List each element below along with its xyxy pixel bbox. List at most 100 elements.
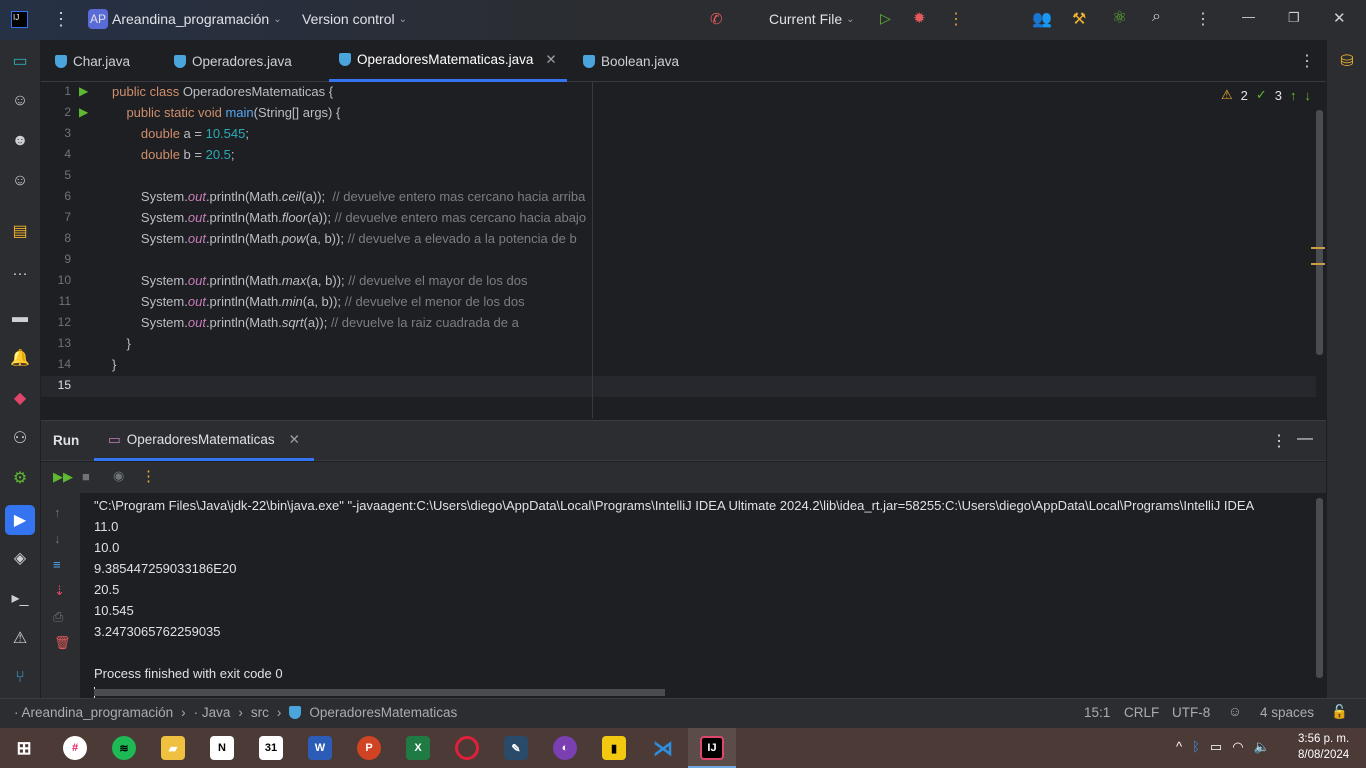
debug-icon[interactable]: ✹ (913, 9, 926, 27)
notion-icon[interactable]: N (210, 736, 234, 760)
copilot-icon[interactable]: ☺ (8, 89, 32, 113)
chevron-up-icon[interactable]: ^ (1176, 739, 1182, 755)
scroll-up-icon[interactable]: ↑ (54, 505, 61, 520)
line-separator[interactable]: CRLF (1124, 705, 1159, 720)
git-icon[interactable]: ⑂ (8, 666, 32, 690)
project-selector[interactable]: AP Areandina_programación ⌄ (88, 9, 282, 29)
bluetooth-icon[interactable]: ᛒ (1192, 739, 1200, 755)
caret-position[interactable]: 15:1 (1084, 705, 1110, 720)
more-icon[interactable]: ⋮ (141, 467, 156, 485)
close-tab-icon[interactable]: ✕ (545, 52, 556, 68)
python-console-icon[interactable]: ⚇ (8, 426, 32, 450)
mysql-workbench-icon[interactable]: ✎ (504, 736, 528, 760)
run-gutter-icon[interactable]: ▶ (79, 84, 88, 98)
horizontal-scrollbar[interactable] (94, 689, 665, 696)
breadcrumb-item[interactable]: OperadoresMatematicas (309, 705, 457, 720)
powerpoint-icon[interactable]: P (357, 736, 381, 760)
tab-options-icon[interactable]: ⋮ (1299, 51, 1315, 71)
bookmarks-icon[interactable]: ▬ (8, 306, 32, 330)
calendar-icon[interactable]: 31 (259, 736, 283, 760)
project-view-icon[interactable]: ▭ (8, 49, 32, 73)
indent-setting[interactable]: 4 spaces (1260, 705, 1314, 720)
run-config-selector[interactable]: Current File ⌄ (769, 11, 855, 27)
run-config-label: Current File (769, 11, 843, 27)
more-actions-icon[interactable]: ⋮ (948, 9, 964, 29)
database-icon[interactable]: ⛁ (1335, 49, 1359, 73)
search-icon[interactable]: ⌕ (1152, 8, 1161, 26)
spotify-icon[interactable]: ≋ (112, 736, 136, 760)
clock[interactable]: 3:56 p. m. 8/08/2024 (1298, 731, 1349, 763)
soft-wrap-icon[interactable]: ≡ (53, 557, 61, 572)
scroll-to-end-icon[interactable]: ⇣ (54, 583, 65, 599)
clear-icon[interactable]: 🗑 (54, 635, 71, 651)
more-tools-icon[interactable]: … (8, 259, 32, 283)
settings-menu-icon[interactable]: ⋮ (1195, 9, 1211, 29)
code-editor[interactable]: 1 ▶ public class OperadoresMatematicas {2 ▶… (41, 82, 1326, 418)
camera-icon[interactable]: ◉ (113, 468, 124, 484)
close-button[interactable]: ✕ (1333, 9, 1346, 27)
prev-highlight-icon[interactable]: ↑ (1290, 88, 1297, 103)
wifi-icon[interactable]: ◠ (1232, 739, 1243, 755)
breadcrumb-item[interactable]: · Java (194, 705, 231, 720)
maximize-button[interactable]: ❐ (1288, 10, 1300, 26)
tab-operadores-java[interactable]: Operadores.java (174, 40, 292, 82)
run-gutter-icon[interactable]: ▶ (79, 105, 88, 119)
ai-assistant-icon[interactable]: ⚛ (1112, 8, 1127, 28)
scroll-down-icon[interactable]: ↓ (54, 531, 61, 546)
close-tab-icon[interactable]: ✕ (289, 432, 300, 448)
run-icon[interactable]: ▷ (880, 10, 891, 27)
agent-icon[interactable]: ☺ (8, 169, 32, 193)
github-desktop-icon[interactable]: ◐ (553, 736, 577, 760)
rerun-icon[interactable]: ▶▶ (53, 469, 73, 485)
excel-icon[interactable]: X (406, 736, 430, 760)
console-output[interactable]: "C:\Program Files\Java\jdk-22\bin\java.e… (80, 493, 1326, 699)
intellij-taskbar-icon[interactable]: IJ (700, 736, 724, 760)
notifications-icon[interactable]: 🔔 (8, 346, 32, 370)
editor-scrollbar[interactable] (1316, 110, 1323, 355)
tab-boolean-java[interactable]: Boolean.java (583, 40, 679, 82)
word-icon[interactable]: W (308, 736, 332, 760)
windows-start-icon[interactable]: ⊞ (12, 736, 36, 760)
terminal-icon[interactable]: ▸_ (8, 586, 32, 610)
code-token: (a, b)); (305, 231, 348, 246)
line-number: 8 (64, 231, 71, 245)
intellij-logo-icon[interactable]: IJ (11, 11, 28, 28)
opera-icon[interactable] (455, 736, 479, 760)
battery-icon[interactable]: ▭ (1210, 739, 1222, 755)
minimize-button[interactable]: — (1242, 9, 1255, 24)
power-bi-icon[interactable]: ▮ (602, 736, 626, 760)
slack-icon[interactable]: # (63, 736, 87, 760)
print-icon[interactable]: ⎙ (53, 609, 63, 625)
vscode-icon[interactable]: ⋊ (651, 736, 675, 760)
main-menu-icon[interactable]: ⋮ (52, 9, 70, 30)
run-tab[interactable]: ▭ OperadoresMatematicas ✕ (94, 421, 314, 461)
plugin-icon[interactable]: ◆ (8, 386, 32, 410)
stop-icon[interactable]: ■ (82, 469, 90, 484)
inspection-widget[interactable]: ⚠ 2 ✓ 3 ↑ ↓ (1221, 87, 1311, 103)
vertical-scrollbar[interactable] (1316, 498, 1323, 678)
tools-icon[interactable]: ⚒ (1072, 9, 1086, 29)
services-icon[interactable]: ⚙ (8, 466, 32, 490)
phone-icon[interactable]: ✆ (710, 10, 723, 28)
file-explorer-icon[interactable]: ▰ (161, 736, 185, 760)
tab-operadoresmatematicas-java[interactable]: OperadoresMatematicas.java ✕ (329, 40, 567, 82)
code-line: System.out.println(Math.pow(a, b)); // d… (112, 231, 577, 246)
copilot-chat-icon[interactable]: ☻ (8, 129, 32, 153)
next-highlight-icon[interactable]: ↓ (1305, 88, 1312, 103)
structure-icon[interactable]: ▤ (8, 219, 32, 243)
breadcrumb-item[interactable]: src (251, 705, 269, 720)
lock-icon[interactable]: 🔓 (1331, 704, 1348, 720)
run-options-icon[interactable]: ⋮ (1271, 431, 1287, 451)
tab-char-java[interactable]: Char.java (55, 40, 130, 82)
users-icon[interactable]: 👥 (1032, 9, 1052, 29)
run-tool-icon[interactable]: ▶ (5, 505, 35, 535)
volume-icon[interactable]: 🔈 (1254, 739, 1270, 755)
version-control-menu[interactable]: Version control ⌄ (302, 11, 407, 27)
problems-icon[interactable]: ⚠ (8, 626, 32, 650)
file-encoding[interactable]: UTF-8 (1172, 705, 1210, 720)
code-token: } (112, 357, 117, 372)
copilot-status-icon[interactable]: ☺ (1228, 704, 1242, 719)
breadcrumb-item[interactable]: · Areandina_programación (14, 705, 173, 720)
layers-icon[interactable]: ◈ (8, 546, 32, 570)
hide-panel-button[interactable]: — (1297, 430, 1313, 448)
